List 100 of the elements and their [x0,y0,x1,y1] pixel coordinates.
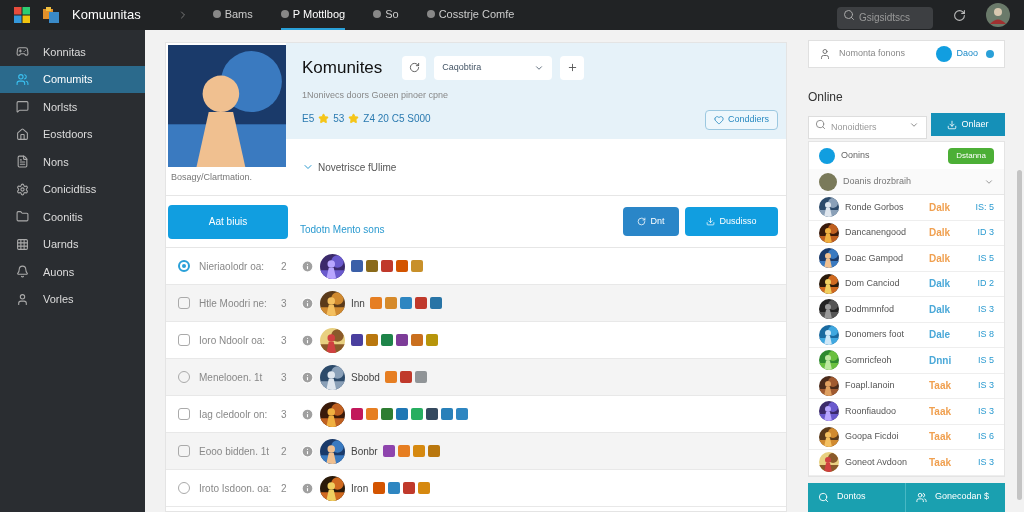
panel-heading: Online [808,89,844,106]
menu-icon [16,100,29,114]
member-row[interactable]: Gomricfeoh Dnni IS 5 [809,348,1004,374]
sidebar-item[interactable]: Conicidtiss [0,175,145,203]
checkbox[interactable] [178,445,190,457]
row-lead: Bonbr [351,444,378,459]
list-row[interactable]: Menelooen. 1t 3 Sbobd [166,359,786,396]
follow-link[interactable]: Novetrisce fUlime [302,159,397,175]
header-title: Komunites [302,57,383,79]
member-row[interactable]: Donomers foot Dale IS 8 [809,322,1004,348]
menu-icon [16,210,29,224]
refresh-icon[interactable] [953,8,966,22]
member-id: IS 3 [978,379,994,392]
sidebar-item[interactable]: Auons [0,258,145,286]
sidebar-item[interactable]: Comumits [0,65,145,93]
avatar-icon[interactable] [986,3,1010,27]
member-status: Dalk [929,200,952,215]
row-count: 3 [281,333,288,348]
stat-text: Z4 20 C5 S000 [363,112,431,126]
clock-button[interactable] [402,55,427,80]
info-icon[interactable] [301,444,314,458]
plus-icon [566,62,578,74]
sidebar-item[interactable]: Uarnds [0,230,145,258]
member-id: IS 5 [978,353,994,367]
search-field[interactable]: Gsigsidtscs [837,6,933,29]
group-badge: Dstanna [948,147,994,164]
sidebar-item[interactable]: Eostdoors [0,120,145,148]
member-status: Dalk [929,226,952,241]
list-row[interactable]: Eooo bidden. 1t 2 Bonbr [166,433,786,470]
member-row[interactable]: Foapl.Ianoin Taak IS 3 [809,373,1004,399]
nav-tab[interactable]: P Mottlbog [280,0,346,30]
member-name: Roonfiaudoo [845,404,898,418]
menu-icon [16,237,29,251]
sidebar-item[interactable]: Vorles [0,285,145,313]
checkbox[interactable] [178,334,190,346]
checkbox[interactable] [178,297,190,309]
member-row[interactable]: Dom Canciod Dalk ID 2 [809,271,1004,297]
expand-button[interactable] [560,55,585,80]
refresh-icon [637,217,647,226]
star-icon [348,113,360,124]
sidebar-item[interactable]: Coonitis [0,203,145,231]
row-name: Nieriaolodr oa: [199,259,266,274]
nav-tab[interactable]: So [373,0,399,30]
checkbox[interactable] [178,408,190,420]
logo-icon [14,7,30,23]
member-name: Dom Canciod [845,277,901,290]
member-id: IS 8 [978,328,994,341]
app-title: Komuunitas [72,6,141,25]
member-status: Dalk [929,277,952,292]
card-button[interactable]: Daoo [936,46,978,62]
card-label: Nomonta fonons [839,47,907,61]
member-id: ID 3 [977,226,994,239]
nav-tab[interactable]: Bams [212,0,253,30]
user-icon [819,48,831,60]
member-name: Doac Gampod [845,251,905,265]
online-button[interactable]: Onlaer [931,113,1005,136]
member-id: IS 3 [978,302,994,316]
row-name: Iag cledoolr on: [199,407,269,422]
scrollbar[interactable] [1017,170,1022,500]
member-row[interactable]: Dancanengood Dalk ID 3 [809,220,1004,246]
sidebar-item[interactable]: Norlsts [0,93,145,121]
list-row[interactable]: Htle Moodri ne: 3 Inn [166,285,786,322]
member-row[interactable]: Roonfiaudoo Taak IS 3 [809,399,1004,425]
info-icon[interactable] [301,370,314,384]
sidebar-item[interactable]: Konnitas [0,38,145,66]
menu-icon [16,182,29,196]
dropdown[interactable]: Caqobtira [434,55,553,80]
info-icon[interactable] [301,259,314,273]
member-row[interactable]: Goneot Avdoon Taak IS 3 [809,450,1004,476]
stat-text: 53 [333,112,345,126]
status-icon [986,50,994,58]
member-row[interactable]: Doac Gampod Dalk IS 5 [809,246,1004,272]
sidebar-item[interactable]: Nons [0,148,145,176]
member-name: Dancanengood [845,226,908,239]
row-lead: Inn [351,296,365,311]
row-name: Htle Moodri ne: [199,296,268,311]
member-row[interactable]: Ronde Gorbos Dalk IS: 5 [809,195,1004,221]
row-name: Ioro Ndoolr oa: [199,333,267,348]
action-button[interactable]: Conddiers [704,110,778,130]
search-icon [818,491,829,503]
member-status: Dnni [929,353,953,368]
member-row[interactable]: Dodmmnfod Dalk IS 3 [809,297,1004,323]
subgroup-row[interactable]: Doanis drozbraih [809,169,1004,195]
nav-tab[interactable]: Cosstrje Comfe [426,0,515,30]
member-search-field[interactable]: Nonoidtiers [808,115,927,139]
row-count: 3 [281,296,288,311]
member-id: IS 3 [978,455,994,469]
menu-icon [16,127,29,141]
radio-button[interactable] [178,260,190,272]
member-row[interactable]: Goopa Ficdoi Taak IS 6 [809,424,1004,450]
info-icon[interactable] [301,296,314,310]
member-name: Gomricfeoh [845,353,893,367]
info-icon[interactable] [301,333,314,347]
member-status: Dale [929,328,952,343]
info-icon[interactable] [301,407,314,421]
info-icon[interactable] [301,481,314,495]
row-count: 3 [281,370,288,385]
member-status: Taak [929,379,953,394]
toolbar-button[interactable]: Dnt [623,207,679,236]
member-id: IS 3 [978,404,994,418]
